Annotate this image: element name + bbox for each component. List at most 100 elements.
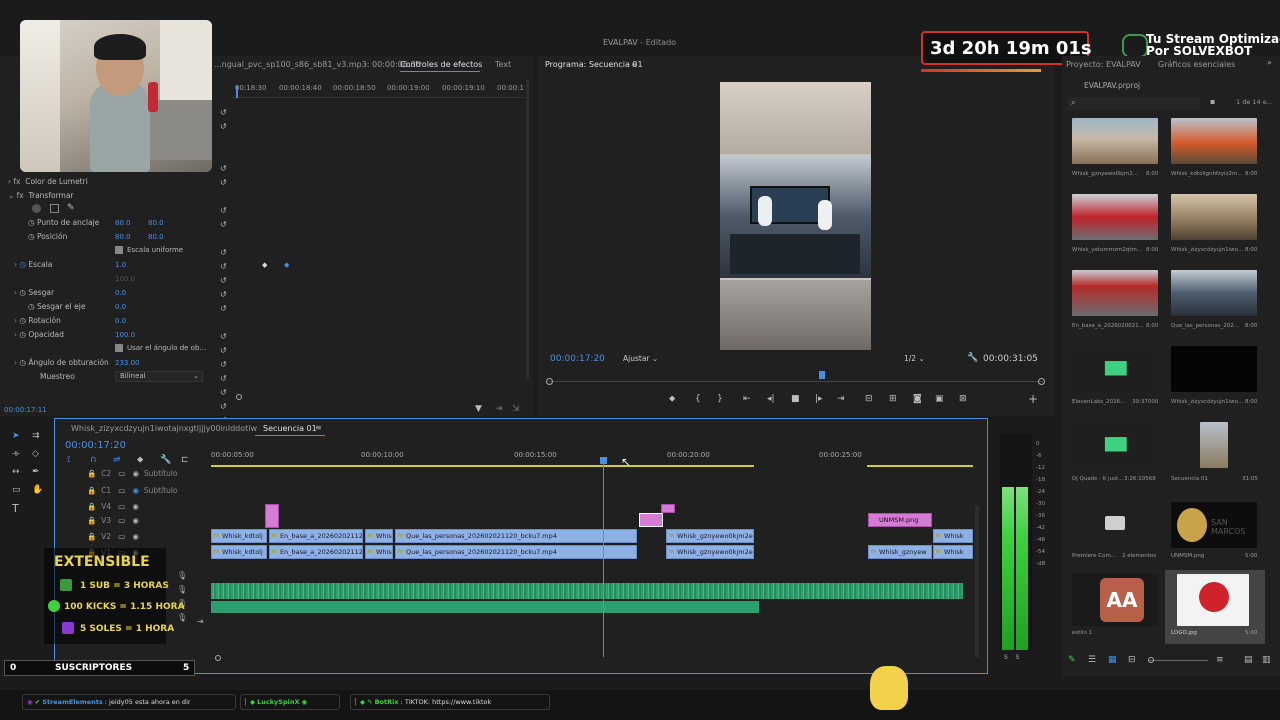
razor-icon[interactable]: ◇ — [32, 450, 39, 459]
clip-v2[interactable]: En_base_a_20260202112 — [269, 529, 363, 543]
go-to-in-icon[interactable]: ⇤ — [743, 395, 751, 404]
shutter-angle-value[interactable]: 233.00 — [115, 359, 140, 367]
graphic-clip-selected[interactable] — [639, 513, 663, 527]
clip-v2[interactable]: Whisk_kdtolj — [211, 529, 267, 543]
clip-v2[interactable]: Whisk_gznyewo0kjm2e — [666, 529, 754, 543]
opacity-value[interactable]: 100.0 — [115, 331, 135, 339]
stop-icon[interactable]: ■ — [791, 395, 800, 404]
fx-lumetri-row[interactable]: › fx Color de Lumetri — [8, 177, 88, 191]
clip-v2[interactable]: Que_las_personas_202602021120_bcku7.mp4 — [395, 529, 637, 543]
new-item-icon[interactable]: ▤ — [1244, 656, 1253, 665]
program-playhead[interactable] — [819, 371, 825, 379]
pen-mask-icon[interactable]: ✎ — [67, 203, 75, 213]
clip-v1[interactable]: Whis — [365, 545, 393, 559]
filter-icon[interactable]: ▼ — [475, 404, 482, 414]
thumb-que-las-personas[interactable] — [1171, 270, 1257, 316]
work-area-bar[interactable] — [211, 465, 754, 467]
tab-effect-controls[interactable]: Controles de efectos — [400, 60, 482, 69]
source-tab[interactable]: ...ngual_pvc_sp100_s86_sb81_v3.mp3: 00:0… — [214, 60, 421, 69]
thumb-whisk-yato[interactable] — [1072, 194, 1158, 240]
program-scrub-bar[interactable] — [549, 381, 1043, 382]
icon-view-icon[interactable]: ▦ — [1108, 656, 1117, 665]
shutter-checkbox[interactable] — [115, 344, 123, 352]
zoom-slider-handle[interactable] — [1148, 657, 1154, 663]
audio-clip-a2[interactable] — [211, 601, 759, 613]
thumb-whisk-gzny[interactable] — [1072, 118, 1158, 164]
clip-v1[interactable]: En_base_a_20260202112 — [269, 545, 363, 559]
ellipse-mask-icon[interactable] — [32, 204, 41, 213]
clip-v1[interactable]: Whisk_gznyew — [868, 545, 932, 559]
go-to-out-icon[interactable]: ⇥ — [837, 395, 845, 404]
track-c2[interactable]: 🔒 C2 ▭ ◉ Subtítulo — [87, 469, 178, 483]
timeline-scrollbar[interactable] — [975, 505, 979, 657]
timeline-playhead[interactable] — [603, 461, 604, 657]
mark-in-icon[interactable]: { — [695, 395, 701, 404]
lift-icon[interactable]: ⊟ — [865, 395, 873, 404]
keyframe-icon[interactable]: ◆ — [262, 261, 267, 269]
clip-v1[interactable]: Whisk_gznyewo0kjm2e — [666, 545, 754, 559]
clip-v1[interactable]: Whisk — [933, 545, 973, 559]
track-v3[interactable]: 🔒 V3 ▭ ◉ — [87, 516, 139, 530]
clip-v2[interactable]: Whisk — [933, 529, 973, 543]
export-frame-icon[interactable]: ⇲ — [512, 404, 520, 414]
vr-icon[interactable]: ⊠ — [959, 395, 967, 404]
new-bin-icon[interactable]: ▪ — [1210, 97, 1215, 106]
clip-v2[interactable]: Whis — [365, 529, 393, 543]
thumb-whisk-black[interactable] — [1171, 346, 1257, 392]
solo-icons[interactable]: S S — [1004, 654, 1019, 661]
export-icon[interactable]: ⇥ — [495, 404, 503, 414]
rectangle-tool-icon[interactable]: ▭ — [12, 486, 21, 495]
pen-icon[interactable]: ✎ — [1068, 656, 1076, 665]
camera-icon[interactable]: ◙ — [913, 395, 922, 404]
thumb-estilo[interactable]: AA — [1072, 574, 1158, 626]
effect-scrollbar[interactable] — [526, 80, 529, 380]
fx-transform-row[interactable]: ⌄ fx Transformar — [8, 191, 74, 205]
timeline-ruler[interactable]: 00:00:05:00 00:00:10:00 00:00:15:00 00:0… — [211, 445, 973, 465]
ripple-edit-icon[interactable]: ⟛ — [12, 450, 20, 459]
thumb-whisk-zizy[interactable] — [1171, 194, 1257, 240]
clip-v1[interactable]: Whisk_kdtolj — [211, 545, 267, 559]
scrub-start-handle[interactable] — [546, 378, 553, 385]
add-button-icon[interactable]: + — [1028, 393, 1038, 405]
uniform-scale-checkbox[interactable] — [115, 246, 123, 254]
thumb-unmsm[interactable]: SAN MARCOS — [1171, 502, 1257, 548]
playhead-handle[interactable] — [600, 457, 607, 464]
project-search-input[interactable]: ⌕ — [1068, 97, 1200, 110]
track-c1[interactable]: 🔒 C1 ▭ ◉ Subtítulo — [87, 486, 178, 500]
fit-select[interactable]: Ajustar ⌄ — [623, 354, 658, 363]
slip-tool-icon[interactable]: ↔ — [12, 468, 20, 477]
position-x[interactable]: 80.0 — [115, 233, 131, 241]
sort-icon[interactable]: ≡ — [1216, 656, 1224, 665]
tab-essential-graphics[interactable]: Gráficos esenciales — [1158, 60, 1235, 69]
skew-axis-value[interactable]: 0.0 — [115, 303, 126, 311]
extract-icon[interactable]: ⊞ — [889, 395, 897, 404]
thumb-en-base[interactable] — [1072, 270, 1158, 316]
sampling-select[interactable]: Bilineal ⌄ — [115, 371, 203, 382]
rect-mask-icon[interactable] — [50, 204, 59, 213]
scrub-end-handle[interactable] — [1038, 378, 1045, 385]
thumb-dj-quads[interactable]: ▇▇ — [1072, 422, 1158, 468]
linked-selection-icon[interactable]: ⇌ — [113, 456, 121, 465]
keyframe-icon[interactable]: ◆ — [284, 261, 289, 269]
quality-select[interactable]: 1/2 ⌄ — [904, 354, 925, 363]
work-area-bar[interactable] — [867, 465, 973, 467]
tab-text[interactable]: Text — [495, 60, 511, 69]
master-track-icon[interactable]: ⇥ — [197, 617, 204, 626]
zoom-handle[interactable] — [236, 394, 242, 400]
folder-icon[interactable] — [1105, 516, 1125, 530]
effect-playhead[interactable] — [236, 86, 238, 98]
settings-wrench-icon[interactable]: 🔧 — [160, 456, 171, 465]
mark-out-icon[interactable]: } — [717, 395, 723, 404]
timeline-tab-sequence[interactable]: Secuencia 01 — [263, 424, 317, 433]
hand-tool-icon[interactable]: ✋ — [32, 486, 43, 495]
thumb-whisk-kdto[interactable] — [1171, 118, 1257, 164]
trash-icon[interactable]: ▥ — [1262, 656, 1271, 665]
captions-icon[interactable]: ⊏ — [181, 456, 189, 465]
timeline-menu-icon[interactable]: ≡ — [315, 423, 322, 432]
compare-icon[interactable]: ▣ — [935, 395, 944, 404]
timeline-timecode[interactable]: 00:00:17:20 — [65, 440, 126, 451]
selection-tool-icon[interactable]: ➤ — [12, 432, 20, 441]
type-tool-icon[interactable]: T — [12, 503, 19, 514]
clip-unmsm[interactable]: UNMSM.png — [868, 513, 932, 527]
thumb-logo[interactable] — [1177, 574, 1249, 626]
